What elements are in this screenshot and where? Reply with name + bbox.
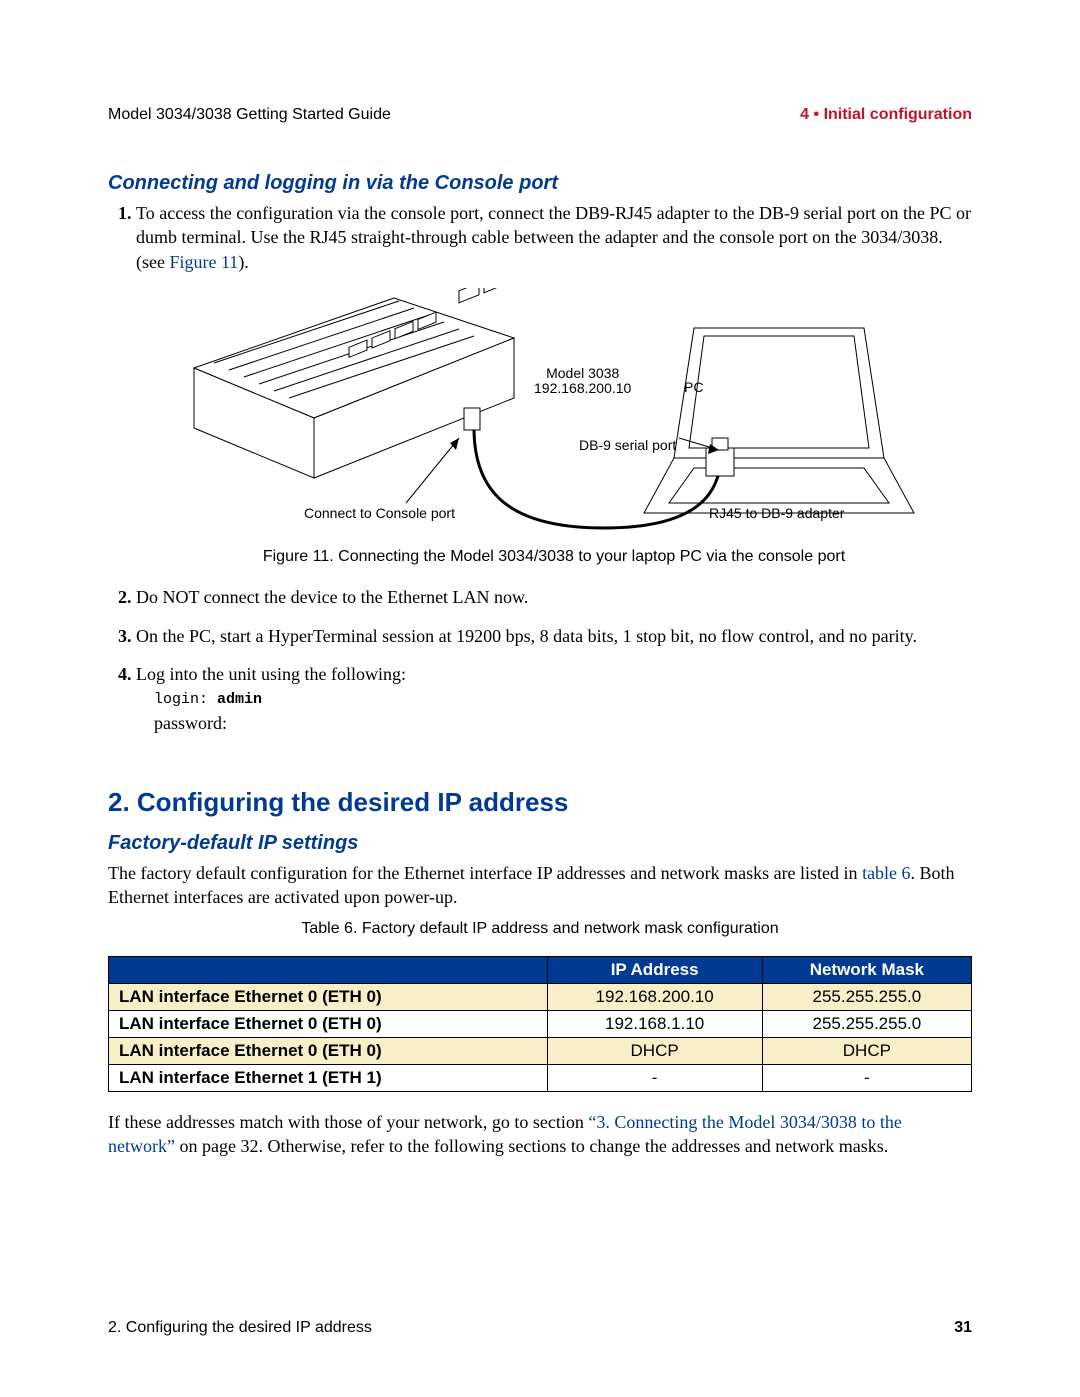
table-6-caption: Table 6. Factory default IP address and … xyxy=(108,920,972,938)
figure-11-caption: Figure 11. Connecting the Model 3034/303… xyxy=(136,546,972,568)
connection-diagram-icon xyxy=(174,288,934,538)
step-3: On the PC, start a HyperTerminal session… xyxy=(136,624,972,648)
table-row: LAN interface Ethernet 0 (ETH 0)192.168.… xyxy=(109,1010,972,1037)
footer-left: 2. Configuring the desired IP address xyxy=(108,1319,372,1337)
th-blank xyxy=(109,956,548,983)
label-model: Model 3038192.168.200.10 xyxy=(534,366,631,397)
ip-table: IP Address Network Mask LAN interface Et… xyxy=(108,956,972,1092)
steps-list: To access the configuration via the cons… xyxy=(108,201,972,735)
label-console: Connect to Console port xyxy=(304,506,455,521)
step-2: Do NOT connect the device to the Etherne… xyxy=(136,585,972,609)
step-1-text-a: To access the configuration via the cons… xyxy=(136,203,971,272)
page-header: Model 3034/3038 Getting Started Guide 4 … xyxy=(108,106,972,124)
table-6-link[interactable]: table 6 xyxy=(862,863,910,883)
step-1-text-b: ). xyxy=(238,252,249,272)
login-code: login: admin xyxy=(154,690,972,710)
step-1: To access the configuration via the cons… xyxy=(136,201,972,567)
header-right: 4 • Initial configuration xyxy=(800,106,972,124)
label-pc: PC xyxy=(684,380,703,395)
step-4: Log into the unit using the following: l… xyxy=(136,662,972,735)
table-row: LAN interface Ethernet 0 (ETH 0)DHCPDHCP xyxy=(109,1037,972,1064)
label-adapter: RJ45 to DB-9 adapter xyxy=(709,506,844,521)
table-row: LAN interface Ethernet 0 (ETH 0)192.168.… xyxy=(109,983,972,1010)
figure-11-link[interactable]: Figure 11 xyxy=(169,252,238,272)
subheading-factory: Factory-default IP settings xyxy=(108,832,972,855)
figure-11: Model 3038192.168.200.10 PC DB-9 serial … xyxy=(174,288,934,538)
page-footer: 2. Configuring the desired IP address 31 xyxy=(108,1319,972,1337)
label-db9: DB-9 serial port xyxy=(579,438,676,453)
factory-p2: If these addresses match with those of y… xyxy=(108,1110,972,1159)
th-ip: IP Address xyxy=(547,956,762,983)
table-row: LAN interface Ethernet 1 (ETH 1)-- xyxy=(109,1064,972,1091)
password-line: password: xyxy=(154,711,972,735)
header-left: Model 3034/3038 Getting Started Guide xyxy=(108,106,391,124)
factory-p1: The factory default configuration for th… xyxy=(108,861,972,910)
subheading-console: Connecting and logging in via the Consol… xyxy=(108,172,972,195)
page-number: 31 xyxy=(954,1319,972,1337)
section-2-heading: 2. Configuring the desired IP address xyxy=(108,787,972,818)
th-mask: Network Mask xyxy=(762,956,971,983)
